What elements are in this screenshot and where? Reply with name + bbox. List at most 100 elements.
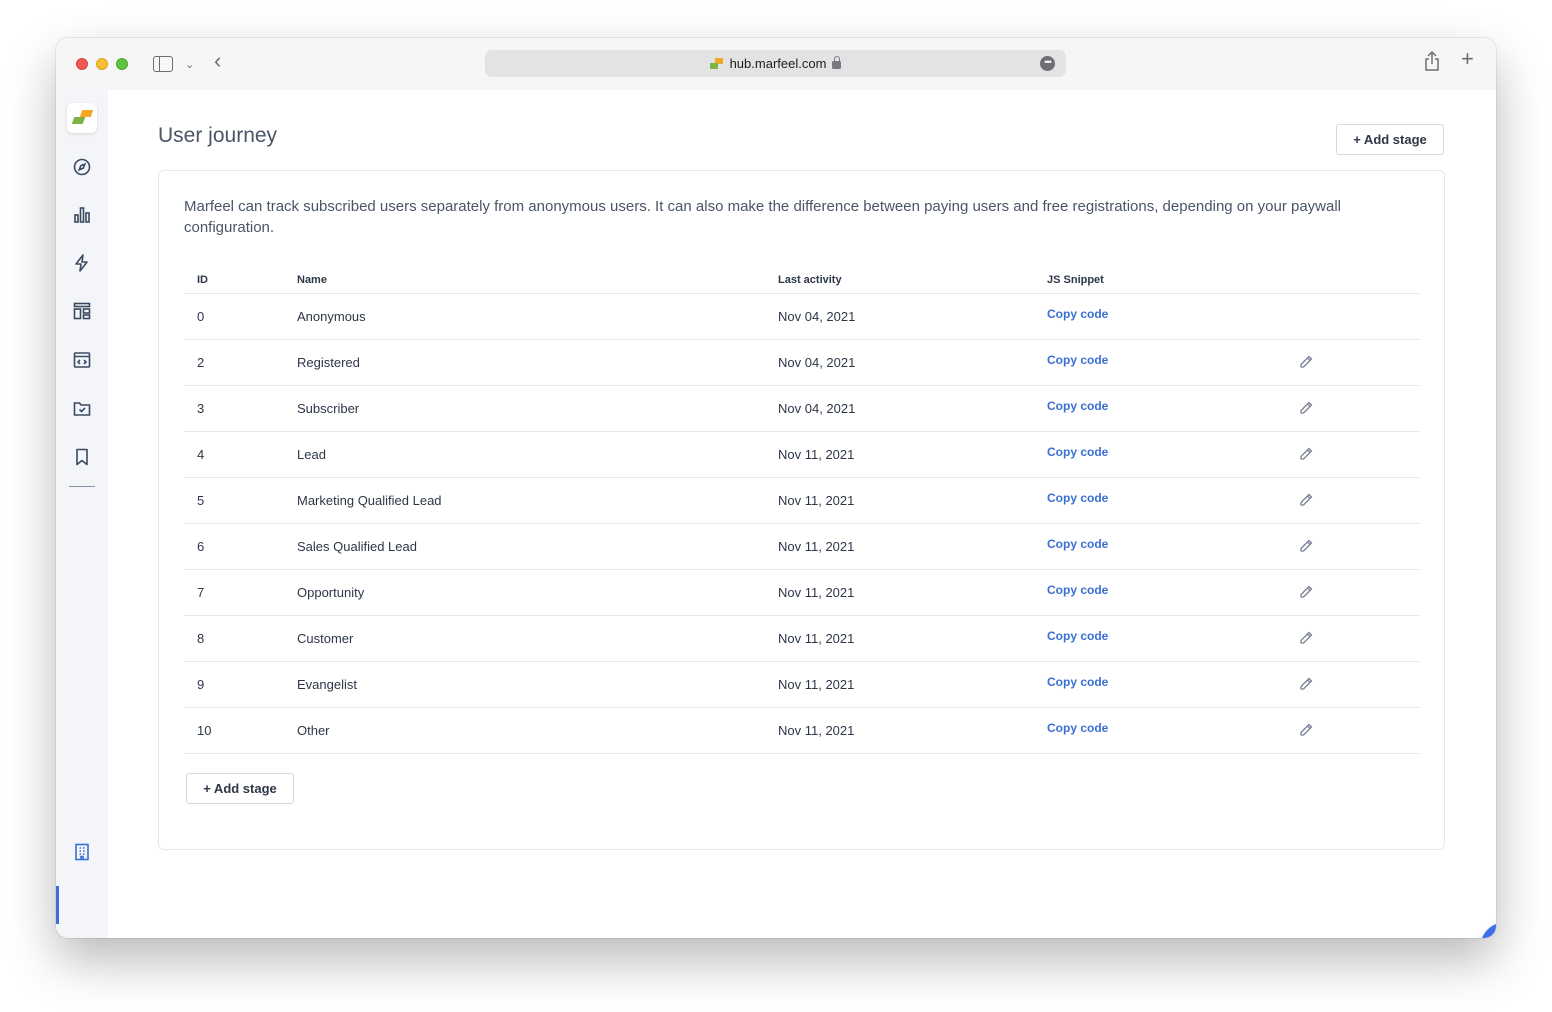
building-icon[interactable] [72,842,92,862]
chat-icon [1494,935,1496,938]
table-row: 7 Opportunity Nov 11, 2021 Copy code [184,569,1420,616]
table-row: 0 Anonymous Nov 04, 2021 Copy code [184,293,1420,340]
copy-code-link[interactable]: Copy code [1047,675,1108,689]
js-snippet-cell: Copy code [1047,477,1298,524]
stage-name: Sales Qualified Lead [297,523,778,570]
edit-icon[interactable] [1298,492,1420,508]
sidebar-divider [69,486,95,487]
header-actions [1298,271,1420,294]
edit-icon[interactable] [1298,400,1420,416]
layout-icon[interactable] [72,301,92,321]
copy-code-link[interactable]: Copy code [1047,353,1108,367]
stage-id: 10 [184,707,297,754]
stage-id: 4 [184,431,297,478]
copy-code-link[interactable]: Copy code [1047,629,1108,643]
stage-id: 6 [184,523,297,570]
actions-cell [1298,477,1420,524]
stage-last-activity: Nov 04, 2021 [778,385,1047,432]
stage-last-activity: Nov 11, 2021 [778,661,1047,708]
stage-id: 9 [184,661,297,708]
chat-launcher-button[interactable] [1480,922,1496,938]
edit-icon[interactable] [1298,446,1420,462]
browser-titlebar: ⌄ ‹ hub.marfeel.com ••• + [56,38,1496,90]
more-options-icon[interactable]: ••• [1040,56,1055,71]
stage-name: Marketing Qualified Lead [297,477,778,524]
table-row: 9 Evangelist Nov 11, 2021 Copy code [184,661,1420,708]
table-row: 6 Sales Qualified Lead Nov 11, 2021 Copy co… [184,523,1420,570]
stage-id: 5 [184,477,297,524]
stage-last-activity: Nov 11, 2021 [778,431,1047,478]
copy-code-link[interactable]: Copy code [1047,307,1108,321]
url-text: hub.marfeel.com [729,56,827,71]
edit-icon[interactable] [1298,676,1420,692]
actions-cell [1298,523,1420,570]
edit-icon[interactable] [1298,630,1420,646]
actions-cell [1298,339,1420,386]
js-snippet-cell: Copy code [1047,523,1298,570]
stage-last-activity: Nov 11, 2021 [778,707,1047,754]
table-row: 4 Lead Nov 11, 2021 Copy code [184,431,1420,478]
back-icon[interactable]: ‹ [214,50,221,72]
zoom-window-button[interactable] [116,58,128,70]
lightning-icon[interactable] [72,253,92,273]
edit-icon[interactable] [1298,722,1420,738]
edit-icon[interactable] [1298,538,1420,554]
sidebar-toggle-icon[interactable] [153,56,173,72]
table-row: 10 Other Nov 11, 2021 Copy code [184,707,1420,754]
table-row: 2 Registered Nov 04, 2021 Copy code [184,339,1420,386]
table-row: 3 Subscriber Nov 04, 2021 Copy code [184,385,1420,432]
code-window-icon[interactable] [72,350,92,370]
header-js-snippet: JS Snippet [1047,271,1298,294]
table-row: 5 Marketing Qualified Lead Nov 11, 2021 Cop… [184,477,1420,524]
stage-id: 8 [184,615,297,662]
copy-code-link[interactable]: Copy code [1047,445,1108,459]
address-bar[interactable]: hub.marfeel.com ••• [485,50,1066,77]
stage-last-activity: Nov 04, 2021 [778,339,1047,386]
add-stage-button-top[interactable]: + Add stage [1336,124,1444,155]
site-favicon-icon [709,57,724,70]
edit-icon[interactable] [1298,584,1420,600]
stage-name: Anonymous [297,293,778,340]
stage-id: 2 [184,339,297,386]
bookmark-icon[interactable] [72,447,92,467]
copy-code-link[interactable]: Copy code [1047,721,1108,735]
marfeel-logo[interactable] [67,103,97,133]
stage-last-activity: Nov 11, 2021 [778,477,1047,524]
copy-code-link[interactable]: Copy code [1047,491,1108,505]
actions-cell [1298,707,1420,754]
share-icon[interactable] [1424,50,1440,76]
add-stage-button-bottom[interactable]: + Add stage [186,773,294,804]
actions-cell [1298,293,1420,340]
active-nav-indicator [56,886,59,924]
copy-code-link[interactable]: Copy code [1047,537,1108,551]
bar-chart-icon[interactable] [72,205,92,225]
copy-code-link[interactable]: Copy code [1047,583,1108,597]
close-window-button[interactable] [76,58,88,70]
compass-icon[interactable] [72,157,92,177]
minimize-window-button[interactable] [96,58,108,70]
stage-id: 0 [184,293,297,340]
folder-icon[interactable] [72,398,92,418]
js-snippet-cell: Copy code [1047,293,1298,340]
header-name: Name [297,271,778,294]
edit-icon[interactable] [1298,354,1420,370]
actions-cell [1298,569,1420,616]
stage-name: Opportunity [297,569,778,616]
page-title: User journey [158,124,278,147]
stage-name: Subscriber [297,385,778,432]
js-snippet-cell: Copy code [1047,339,1298,386]
copy-code-link[interactable]: Copy code [1047,399,1108,413]
lock-icon [832,56,842,69]
stage-id: 3 [184,385,297,432]
app-sidebar: MM [56,90,108,938]
new-tab-icon[interactable]: + [1461,48,1474,70]
header-last-activity: Last activity [778,271,1047,294]
stage-last-activity: Nov 11, 2021 [778,569,1047,616]
js-snippet-cell: Copy code [1047,661,1298,708]
stages-table: ID Name Last activity JS Snippet 0 Anonym… [184,271,1420,754]
stage-id: 7 [184,569,297,616]
chevron-down-icon[interactable]: ⌄ [185,55,194,75]
header-id: ID [184,271,297,294]
js-snippet-cell: Copy code [1047,569,1298,616]
js-snippet-cell: Copy code [1047,707,1298,754]
